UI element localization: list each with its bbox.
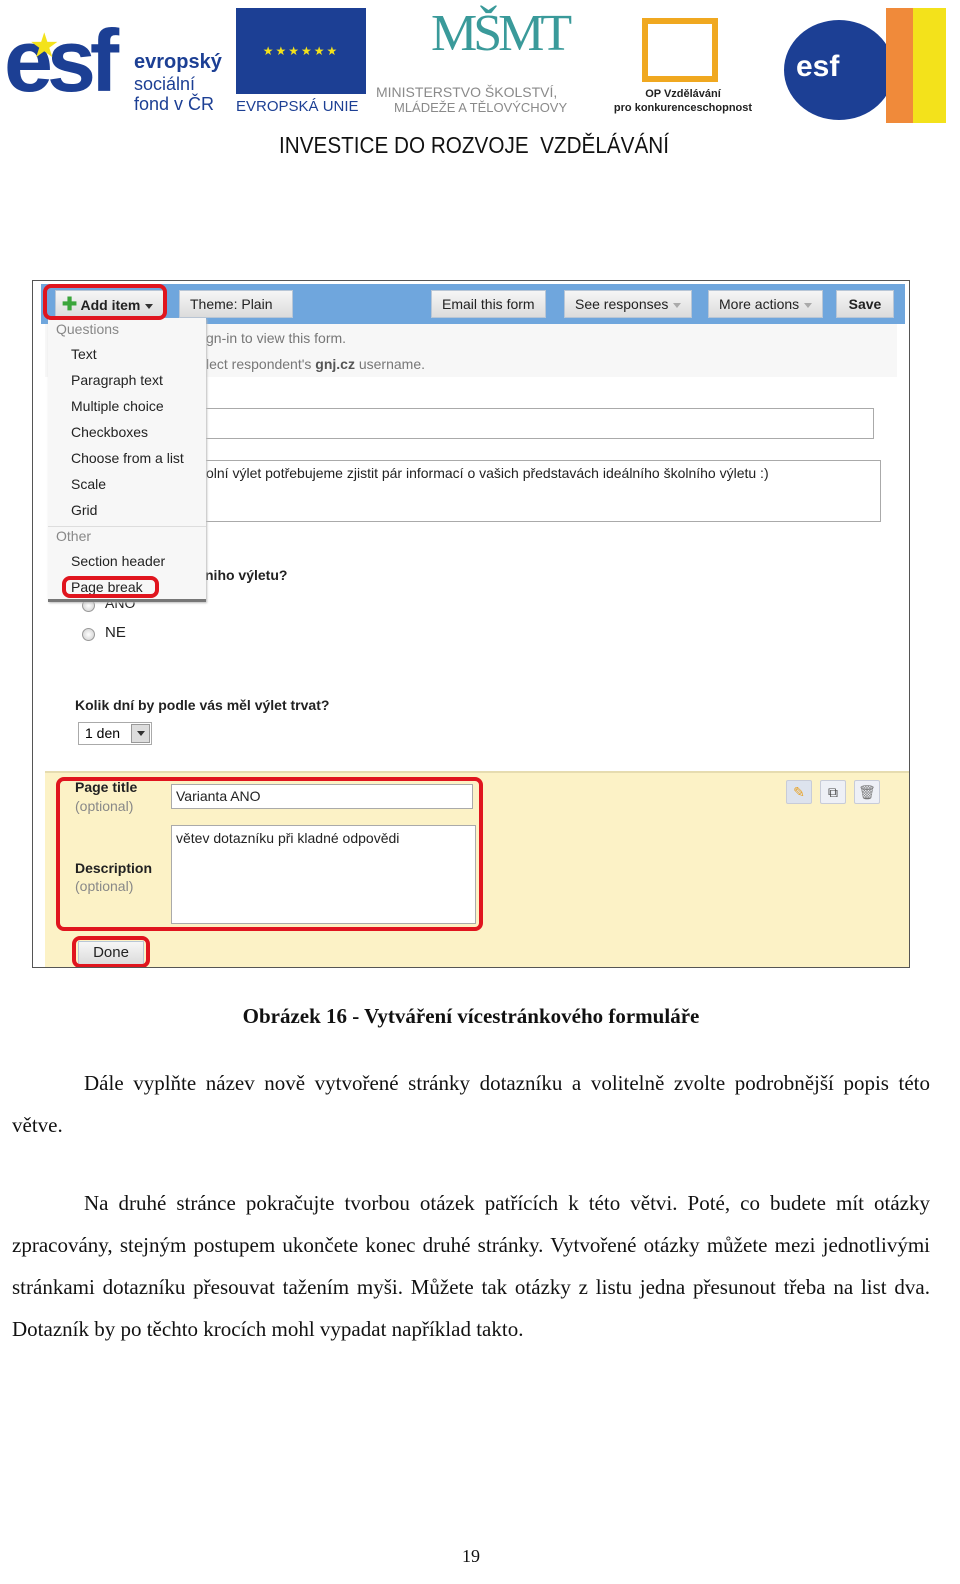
op-line-2: pro konkurenceschopnost bbox=[613, 102, 753, 114]
highlight-add-item bbox=[43, 284, 167, 320]
form-title-input[interactable] bbox=[205, 408, 874, 439]
menu-item-scale[interactable]: Scale bbox=[71, 476, 106, 492]
pencil-icon[interactable]: ✎ bbox=[786, 780, 812, 804]
more-actions-button[interactable]: More actions bbox=[708, 290, 824, 318]
msmt-logo: MŠMT MINISTERSTVO ŠKOLSTVÍ, MLÁDEŽE A TĚ… bbox=[376, 4, 601, 116]
esf-line-1: evropský bbox=[134, 51, 222, 73]
esf-online-logo: esf bbox=[776, 8, 948, 123]
form-description-textarea[interactable]: olní výlet potřebujeme zjistit pár infor… bbox=[205, 460, 881, 522]
menu-item-text[interactable]: Text bbox=[71, 346, 97, 362]
op-logo: OP Vzdělávání pro konkurenceschopnost bbox=[608, 6, 758, 116]
page-number: 19 bbox=[462, 1546, 480, 1566]
signin-notice: gn-in to view this form. bbox=[206, 330, 347, 346]
eu-flag: ★★★★★★ bbox=[236, 8, 366, 94]
figure-caption: Obrázek 16 - Vytváření vícestránkového f… bbox=[242, 1004, 700, 1028]
esf-logo-mark: esf bbox=[4, 11, 119, 110]
slogan: INVESTICE DO ROZVOJE VZDĚLÁVÁNÍ bbox=[279, 132, 669, 158]
email-form-button[interactable]: Email this form bbox=[431, 290, 546, 318]
menu-item-choose-from-list[interactable]: Choose from a list bbox=[71, 450, 184, 466]
paragraph-1: Dále vyplňte název nově vytvořené stránk… bbox=[12, 1071, 930, 1137]
chevron-down-icon bbox=[804, 302, 813, 308]
see-responses-button[interactable]: See responses bbox=[564, 290, 693, 318]
op-line-1: OP Vzdělávání bbox=[645, 88, 721, 100]
menu-header-other: Other bbox=[56, 528, 92, 544]
msmt-line-2: MLÁDEŽE A TĚLOVÝCHOVY bbox=[394, 100, 568, 115]
days-select[interactable]: 1 den bbox=[78, 722, 152, 745]
theme-button[interactable]: Theme: Plain bbox=[179, 290, 293, 318]
chevron-down-icon bbox=[673, 302, 682, 308]
menu-item-grid[interactable]: Grid bbox=[71, 502, 97, 518]
msmt-mark: MŠMT bbox=[431, 5, 572, 62]
chevron-down-icon bbox=[131, 724, 150, 743]
trash-icon[interactable]: 🗑 bbox=[854, 780, 880, 804]
form-editor-screenshot: ✚ Add item Theme: Plain Email this form … bbox=[32, 280, 910, 968]
duplicate-icon[interactable]: ⧉ bbox=[820, 780, 846, 804]
page-break-editor: Page title (optional) Varianta ANO Descr… bbox=[45, 771, 909, 967]
username-notice: lect respondent's gnj.cz username. bbox=[206, 356, 426, 372]
esf-logo: esf ★ evropský sociální fond v ČR bbox=[4, 8, 229, 116]
esf-online-mark: esf bbox=[796, 50, 840, 83]
eu-logo: ★★★★★★ EVROPSKÁ UNIE bbox=[236, 8, 368, 118]
add-item-menu: Questions Text Paragraph text Multiple c… bbox=[48, 318, 206, 602]
cartoon-figures bbox=[886, 8, 946, 123]
highlight-page-break bbox=[62, 576, 159, 598]
menu-divider bbox=[48, 526, 206, 527]
menu-item-checkboxes[interactable]: Checkboxes bbox=[71, 424, 148, 440]
esf-line-2: sociální bbox=[134, 74, 196, 94]
highlight-done bbox=[72, 936, 150, 967]
paragraph-2: Na druhé stránce pokračujte tvorbou otáz… bbox=[12, 1191, 930, 1341]
op-mark bbox=[642, 18, 718, 82]
msmt-line-1: MINISTERSTVO ŠKOLSTVÍ, bbox=[376, 84, 558, 100]
radio-ne[interactable] bbox=[82, 628, 95, 641]
save-button[interactable]: Save bbox=[836, 290, 894, 318]
question-2-title: Kolik dní by podle vás měl výlet trvat? bbox=[75, 697, 330, 713]
question-1-title: niho výletu? bbox=[205, 567, 288, 583]
highlight-page-fields bbox=[56, 777, 483, 931]
option-ne: NE bbox=[105, 624, 126, 641]
menu-item-multiple-choice[interactable]: Multiple choice bbox=[71, 398, 164, 414]
menu-item-section-header[interactable]: Section header bbox=[71, 553, 165, 569]
star-icon: ★ bbox=[29, 27, 60, 65]
menu-header-questions: Questions bbox=[56, 321, 120, 337]
eu-text: EVROPSKÁ UNIE bbox=[236, 98, 359, 115]
menu-item-paragraph-text[interactable]: Paragraph text bbox=[71, 372, 163, 388]
esf-line-3: fond v ČR bbox=[134, 94, 215, 114]
